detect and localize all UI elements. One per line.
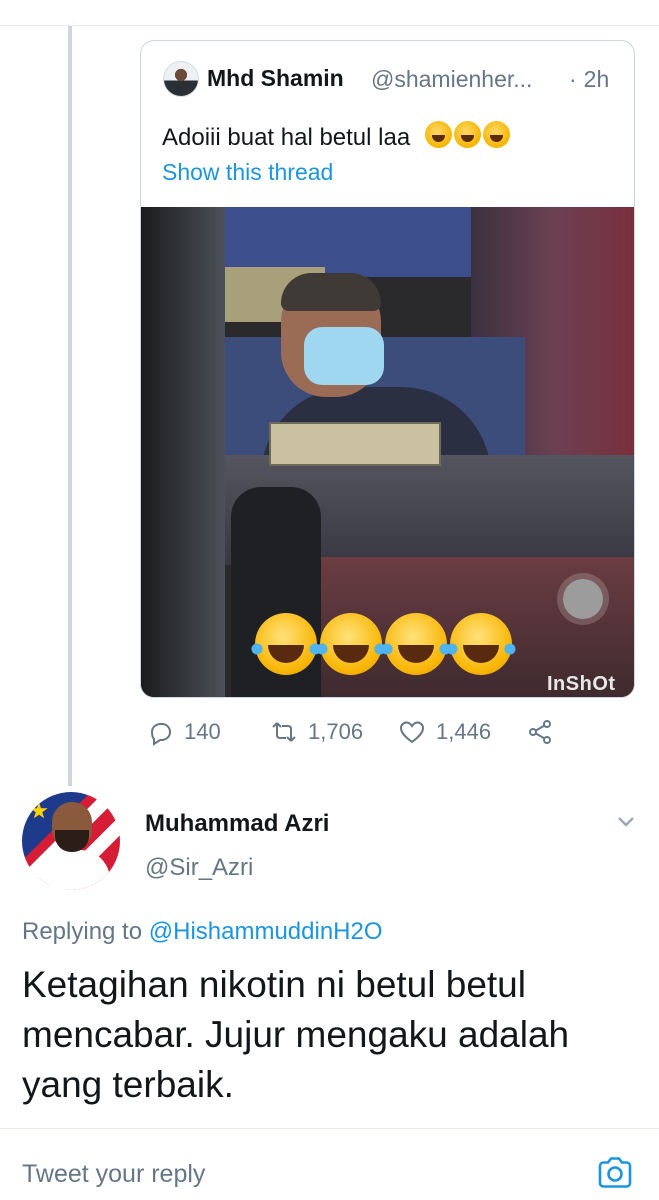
tears-of-joy-emoji-icon [381,613,451,675]
reply-count: 140 [184,719,221,744]
camera-button[interactable] [596,1156,634,1190]
video-watermark: InShOt [547,673,616,695]
video-nameplate [269,422,441,466]
reply-author-handle[interactable]: @Sir_Azri [145,854,253,882]
video-person-hair [281,273,381,311]
video-left-blur [141,207,225,697]
quoted-tweet-time: 2h [569,66,610,93]
tears-of-joy-emoji-icon [424,121,452,148]
tears-of-joy-emoji-icon [482,121,510,148]
thread-connector-line [68,26,72,786]
like-count: 1,446 [436,719,492,744]
quoted-tweet-card[interactable]: Mhd Shamin @shamienher... 2h Adoiii buat… [140,40,635,698]
quoted-tweet-text-row: Adoiii buat hal betul laa [162,121,510,152]
top-divider [0,25,659,26]
avatar-beard [55,830,89,852]
reply-composer-input[interactable]: Tweet your reply [22,1160,205,1189]
tears-of-joy-emoji-icon [453,121,481,148]
share-action[interactable] [526,718,554,746]
tears-of-joy-emoji-icon [446,613,516,675]
quoted-author-name[interactable]: Mhd Shamin [207,65,344,92]
composer-divider [0,1128,659,1129]
camera-icon [598,1157,632,1188]
quoted-author-handle[interactable]: @shamienher... [371,66,556,93]
tweet-menu-button[interactable] [615,810,637,832]
quoted-tweet-text: Adoiii buat hal betul laa [162,124,411,151]
avatar-shirt [34,850,110,890]
chevron-down-icon [618,817,634,827]
show-thread-link[interactable]: Show this thread [162,159,333,186]
reply-author-avatar[interactable] [22,792,120,890]
retweet-icon [272,722,296,742]
reply-icon [150,723,172,746]
tears-of-joy-emoji-icon [251,613,321,675]
video-emoji-overlay [251,613,516,675]
video-person-face-mask [304,327,384,385]
replying-to-label: Replying to [22,918,143,945]
quoted-tweet-video[interactable]: InShOt [141,207,634,697]
retweet-count: 1,706 [308,719,364,744]
like-action[interactable]: 1,446 [398,718,491,746]
reply-author-name[interactable]: Muhammad Azri [145,810,329,838]
heart-icon [399,721,425,744]
reply-action[interactable]: 140 [146,718,221,746]
flag-star-icon [30,802,48,819]
video-record-button-icon [563,579,603,619]
quoted-author-avatar[interactable] [163,61,199,97]
tweet-action-bar: 140 1,706 1,446 [140,718,580,752]
tears-of-joy-emoji-icon [316,613,386,675]
replying-to-mention[interactable]: @HishammuddinH2O [149,918,383,945]
retweet-action[interactable]: 1,706 [270,718,363,746]
quoted-tweet-emojis [424,121,510,148]
share-icon [529,720,551,744]
reply-tweet-text: Ketagihan nikotin ni betul betul mencaba… [22,964,570,1105]
replying-to-line: Replying to @HishammuddinH2O [22,918,383,946]
